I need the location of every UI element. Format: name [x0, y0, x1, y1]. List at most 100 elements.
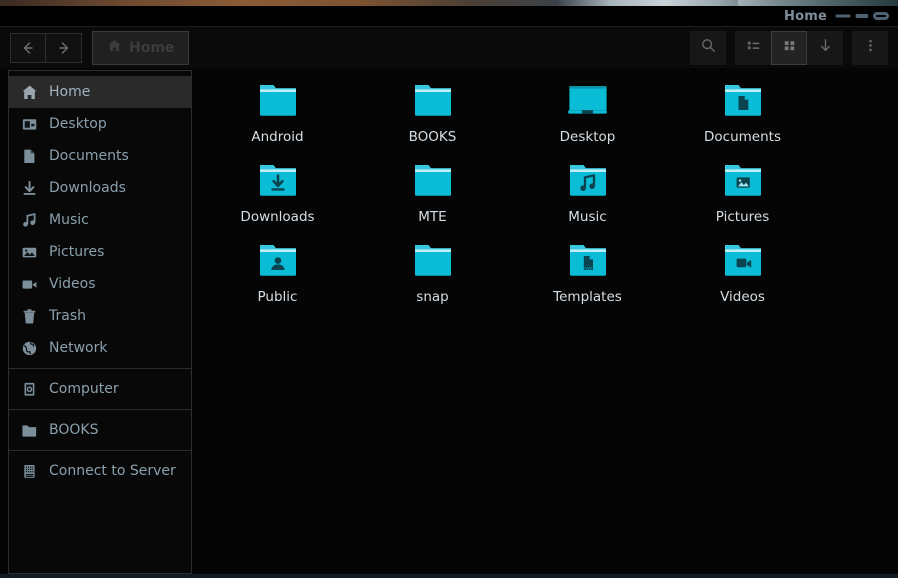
server-icon: [21, 463, 38, 480]
sidebar-item-label: Network: [49, 340, 107, 356]
file-tile[interactable]: Android: [200, 76, 355, 156]
sidebar-item-label: Trash: [49, 308, 86, 324]
file-tile-label: MTE: [418, 209, 446, 225]
minimize-button[interactable]: [833, 6, 852, 26]
sidebar: Home Desktop Documents Downloads Music Pictur…: [8, 70, 192, 574]
sidebar-item-documents[interactable]: Documents: [9, 140, 191, 172]
folder-plain-icon: [409, 80, 457, 124]
file-tile[interactable]: Public: [200, 236, 355, 316]
home-icon: [107, 38, 122, 57]
search-button[interactable]: [690, 31, 726, 65]
file-tile-label: Documents: [704, 129, 781, 145]
forward-button[interactable]: [46, 33, 82, 63]
breadcrumb-home[interactable]: Home: [92, 31, 189, 65]
sidebar-item-videos[interactable]: Videos: [9, 268, 191, 300]
toolbar-actions: [690, 31, 888, 65]
sidebar-item-books[interactable]: BOOKS: [9, 414, 191, 446]
sidebar-item-computer[interactable]: Computer: [9, 373, 191, 405]
image-icon: [21, 244, 38, 261]
search-icon: [700, 37, 717, 58]
folder-downloads-icon: [254, 160, 302, 204]
sidebar-item-label: Desktop: [49, 116, 107, 132]
sidebar-item-label: Connect to Server: [49, 463, 176, 479]
file-grid-area[interactable]: Android BOOKSDesktop Documents Downloads MTE…: [192, 68, 898, 576]
folder-plain-icon: [409, 160, 457, 204]
file-tile-label: Videos: [720, 289, 765, 305]
sidebar-item-trash[interactable]: Trash: [9, 300, 191, 332]
music-icon: [21, 212, 38, 229]
window-title: Home: [784, 9, 827, 24]
trash-icon: [21, 308, 38, 325]
folder-public-icon: [254, 240, 302, 284]
sidebar-item-pictures[interactable]: Pictures: [9, 236, 191, 268]
sidebar-item-label: Computer: [49, 381, 119, 397]
close-icon: [873, 12, 889, 20]
window-bottom-edge: [0, 574, 898, 578]
computer-icon: [21, 381, 38, 398]
file-tile-label: snap: [416, 289, 448, 305]
sidebar-item-label: Music: [49, 212, 89, 228]
file-grid: Android BOOKSDesktop Documents Downloads MTE…: [200, 76, 898, 316]
file-tile-label: Music: [568, 209, 606, 225]
folder-plain-icon: [409, 240, 457, 284]
file-tile[interactable]: Pictures: [665, 156, 820, 236]
search-group: [690, 31, 726, 65]
navigation-buttons: [10, 33, 82, 63]
sidebar-item-network[interactable]: Network: [9, 332, 191, 364]
title-bar: Home: [0, 6, 898, 26]
list-view-icon: [745, 37, 762, 58]
folder-music-icon: [564, 160, 612, 204]
file-tile-label: Templates: [553, 289, 622, 305]
list-view-button[interactable]: [735, 31, 771, 65]
menu-button[interactable]: [852, 31, 888, 65]
folder-documents-icon: [719, 80, 767, 124]
back-button[interactable]: [10, 33, 46, 63]
file-tile[interactable]: Documents: [665, 76, 820, 156]
desktop-icon: [21, 116, 38, 133]
more-vertical-icon: [862, 37, 879, 58]
folder-desktop-icon: [564, 80, 612, 124]
maximize-button[interactable]: [852, 6, 871, 26]
file-tile[interactable]: Templates: [510, 236, 665, 316]
file-tile-label: Public: [258, 289, 298, 305]
folder-icon: [21, 422, 38, 439]
file-tile[interactable]: Music: [510, 156, 665, 236]
sidebar-item-label: Pictures: [49, 244, 104, 260]
sidebar-item-label: Videos: [49, 276, 96, 292]
sidebar-item-label: Documents: [49, 148, 129, 164]
sidebar-separator: [9, 409, 191, 410]
arrow-left-icon: [20, 40, 36, 56]
sidebar-list: Home Desktop Documents Downloads Music Pictur…: [9, 76, 191, 487]
sidebar-item-downloads[interactable]: Downloads: [9, 172, 191, 204]
maximize-icon: [855, 14, 868, 18]
download-icon: [21, 180, 38, 197]
sidebar-item-music[interactable]: Music: [9, 204, 191, 236]
close-button[interactable]: [871, 6, 890, 26]
folder-pictures-icon: [719, 160, 767, 204]
sidebar-item-desktop[interactable]: Desktop: [9, 108, 191, 140]
file-tile[interactable]: Desktop: [510, 76, 665, 156]
home-icon: [21, 84, 38, 101]
grid-view-button[interactable]: [771, 31, 807, 65]
sidebar-separator: [9, 450, 191, 451]
folder-templates-icon: [564, 240, 612, 284]
sidebar-item-home[interactable]: Home: [9, 76, 191, 108]
arrow-right-icon: [56, 40, 72, 56]
file-manager-window: Home Home: [0, 0, 898, 578]
minimize-icon: [835, 15, 850, 18]
menu-group: [852, 31, 888, 65]
grid-view-icon: [781, 37, 798, 58]
file-tile[interactable]: snap: [355, 236, 510, 316]
file-tile[interactable]: Downloads: [200, 156, 355, 236]
video-icon: [21, 276, 38, 293]
file-tile[interactable]: MTE: [355, 156, 510, 236]
document-icon: [21, 148, 38, 165]
file-tile[interactable]: Videos: [665, 236, 820, 316]
file-tile-label: Downloads: [240, 209, 314, 225]
arrow-down-icon: [817, 37, 834, 58]
sort-descending-button[interactable]: [807, 31, 843, 65]
sidebar-item-connect-to-server[interactable]: Connect to Server: [9, 455, 191, 487]
file-tile-label: Android: [251, 129, 303, 145]
sidebar-separator: [9, 368, 191, 369]
file-tile[interactable]: BOOKS: [355, 76, 510, 156]
